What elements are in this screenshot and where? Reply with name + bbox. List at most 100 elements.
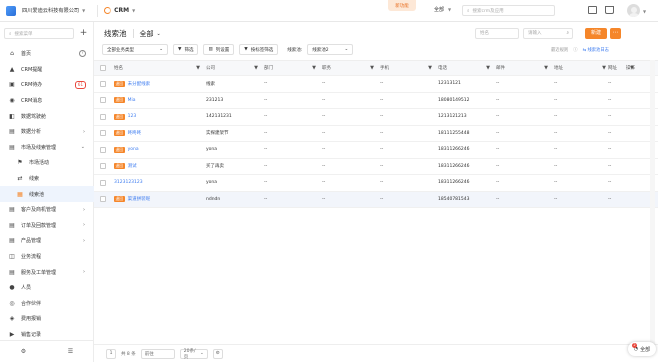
vertical-scrollbar[interactable] bbox=[650, 60, 655, 344]
sidebar-item[interactable]: ◎ 合作伙伴 bbox=[0, 296, 94, 312]
lead-name-link[interactable]: 渠道拼装呢 bbox=[128, 196, 151, 202]
view-selector[interactable]: 全部 ⌄ bbox=[140, 29, 161, 39]
customer-icon: ▤ bbox=[9, 206, 15, 214]
pool-log-link[interactable]: ⇆ 线索池日志 bbox=[582, 47, 608, 53]
filter-icon[interactable]: ▼ bbox=[196, 65, 200, 71]
search-input[interactable]: 请输入 ⌕ bbox=[523, 28, 573, 39]
sidebar-item[interactable]: ◧ 数据驾驶舱 bbox=[0, 108, 94, 124]
settings-icon[interactable]: ⚙ bbox=[21, 348, 26, 355]
new-button[interactable]: 新建 bbox=[585, 28, 607, 39]
recent-rules-link[interactable]: 最近规则 bbox=[551, 47, 568, 53]
table-row[interactable]: 退回 123 142131231 -- -- -- 1213121213 -- -- -- bbox=[94, 109, 658, 126]
chevron-down-icon[interactable]: ▼ bbox=[643, 9, 646, 14]
help-icon[interactable]: ? bbox=[79, 50, 86, 58]
cell-value: -- bbox=[608, 130, 612, 136]
table-cell: -- bbox=[322, 126, 378, 142]
cell-value: yona bbox=[206, 147, 218, 153]
table-row[interactable]: 退回 测试 买了再卖 -- -- -- 18311266246 -- -- -- bbox=[94, 159, 658, 175]
filter-button[interactable]: ▼ 筛选 bbox=[173, 44, 199, 55]
more-icon[interactable]: ⋯ bbox=[610, 28, 621, 39]
filter-icon[interactable]: ▼ bbox=[544, 65, 548, 71]
filter-icon[interactable]: ▼ bbox=[370, 65, 374, 71]
filter-icon[interactable]: ▼ bbox=[602, 65, 606, 71]
filter-icon[interactable]: ▼ bbox=[486, 65, 490, 71]
table-row[interactable]: 退回 未分配线索 线索 -- -- -- 12313121 -- -- -- bbox=[94, 76, 658, 93]
row-checkbox[interactable] bbox=[100, 130, 106, 137]
table-cell: -- bbox=[264, 192, 320, 208]
new-feature-badge[interactable]: 新功能 bbox=[388, 0, 416, 11]
table-row[interactable]: 退回 咚咚咚 实探建架节 -- -- -- 18111255448 -- -- -- bbox=[94, 126, 658, 142]
sidebar-item[interactable]: ▣ CRM待办 61 bbox=[0, 77, 94, 93]
search-field-select[interactable]: 姓名 bbox=[475, 28, 519, 39]
lead-name-link[interactable]: 咚咚咚 bbox=[128, 130, 142, 136]
sidebar-item[interactable]: ▤ 服务及工单管理 › bbox=[0, 264, 94, 280]
row-checkbox[interactable] bbox=[100, 163, 106, 170]
sidebar-item[interactable]: ◉ CRM消息 bbox=[0, 93, 94, 109]
sidebar-item[interactable]: ◈ 费用报销 bbox=[0, 311, 94, 327]
page-jump-input[interactable]: 前往 bbox=[140, 348, 175, 359]
row-checkbox[interactable] bbox=[100, 97, 106, 104]
global-search-input[interactable]: ⌕ 搜索crm及应用 bbox=[462, 5, 555, 16]
pool-select[interactable]: 线索池2 ⌄ bbox=[307, 44, 354, 55]
sidebar-item[interactable]: ⌂ 首页? bbox=[0, 46, 94, 62]
current-page[interactable]: 1 bbox=[106, 348, 116, 359]
table-cell: -- bbox=[264, 126, 320, 142]
app-switcher[interactable]: CRM ▼ bbox=[104, 7, 135, 14]
mail-icon[interactable] bbox=[588, 6, 597, 14]
calendar-icon[interactable] bbox=[605, 6, 614, 14]
tag-filter-button[interactable]: ▼ 按标签筛选 bbox=[239, 44, 279, 55]
biz-type-select[interactable]: 全部业务类型 ⌄ bbox=[102, 44, 168, 55]
sidebar-item[interactable]: ◫ 业务流程 bbox=[0, 249, 94, 265]
filter-icon[interactable]: ▼ bbox=[428, 65, 432, 71]
cell-value: -- bbox=[380, 97, 384, 103]
chevron-down-icon: ⌄ bbox=[199, 351, 204, 356]
sidebar-item[interactable]: ● 人员 bbox=[0, 280, 94, 296]
settings-icon[interactable]: ⚙ bbox=[212, 348, 223, 359]
table-row[interactable]: 退回 渠道拼装呢 ndndn -- -- -- 18540781543 -- -- -- bbox=[94, 191, 658, 208]
sidebar-item-label: 费用报销 bbox=[21, 316, 42, 323]
record-icon: ▶ bbox=[9, 330, 15, 338]
row-checkbox[interactable] bbox=[100, 80, 106, 87]
sidebar-item[interactable]: ⇄ 线索 bbox=[0, 171, 94, 187]
sidebar-item[interactable]: ▤ 数据分析 › bbox=[0, 124, 94, 140]
cell-value: -- bbox=[496, 81, 500, 87]
help-icon[interactable]: ⓘ bbox=[573, 47, 577, 53]
table-row[interactable]: 3123123123 yona -- -- -- 18311266246 -- -- -- bbox=[94, 175, 658, 192]
floating-all-button[interactable]: 2 ◔ 全部 bbox=[628, 342, 656, 356]
lead-name-link[interactable]: 测试 bbox=[128, 163, 137, 169]
sidebar-item[interactable]: ▤ 产品管理 › bbox=[0, 233, 94, 249]
select-all-checkbox[interactable] bbox=[100, 65, 106, 71]
menu-search-input[interactable]: ⌕ 搜索菜单 bbox=[4, 28, 74, 39]
filter-icon[interactable]: ▼ bbox=[254, 65, 258, 71]
company-switcher[interactable]: 四川爱迪云科技有限公司 ▼ bbox=[22, 7, 85, 14]
row-checkbox[interactable] bbox=[100, 179, 106, 186]
sidebar-item[interactable]: ▤ 客户及商机管理 › bbox=[0, 202, 94, 218]
row-checkbox[interactable] bbox=[100, 196, 106, 203]
column-settings-button[interactable]: ▥ 列设置 bbox=[203, 44, 235, 55]
row-checkbox[interactable] bbox=[100, 113, 106, 120]
avatar[interactable] bbox=[627, 4, 640, 17]
cell-value: -- bbox=[322, 147, 326, 153]
lead-name-link[interactable]: 3123123123 bbox=[114, 180, 143, 185]
sidebar-item[interactable]: ▤ 市场及线索管理 ⌄ bbox=[0, 140, 94, 156]
lead-name-link[interactable]: 未分配线索 bbox=[128, 81, 151, 87]
page-size-select[interactable]: 20条/页 ⌄ bbox=[179, 348, 208, 360]
add-icon[interactable]: + bbox=[78, 28, 89, 39]
sidebar-item[interactable]: ⚑ 市场活动 bbox=[0, 155, 94, 171]
row-checkbox[interactable] bbox=[100, 146, 106, 153]
sidebar-item[interactable]: ▦ 线索池 bbox=[0, 186, 94, 202]
collapse-icon[interactable]: ☰ bbox=[68, 348, 73, 355]
sidebar-item[interactable]: ▤ 订单及回款管理 › bbox=[0, 218, 94, 234]
company-logo bbox=[6, 5, 16, 16]
table-cell: -- bbox=[380, 76, 436, 92]
table-row[interactable]: 退回 yona yona -- -- -- 18311266246 -- -- -- bbox=[94, 142, 658, 159]
search-scope-select[interactable]: 全部 ▼ bbox=[434, 6, 451, 13]
sidebar-item[interactable]: ▲ CRM提醒 bbox=[0, 62, 94, 78]
table-cell: 3123123123 bbox=[114, 175, 204, 191]
returned-tag: 退回 bbox=[114, 97, 125, 104]
filter-icon[interactable]: ▼ bbox=[312, 65, 316, 71]
table-row[interactable]: 退回 Mia 231213 -- -- -- 18080149512 -- -- -- bbox=[94, 93, 658, 109]
lead-name-link[interactable]: yona bbox=[128, 147, 139, 152]
lead-name-link[interactable]: Mia bbox=[128, 98, 136, 103]
lead-name-link[interactable]: 123 bbox=[128, 114, 137, 119]
